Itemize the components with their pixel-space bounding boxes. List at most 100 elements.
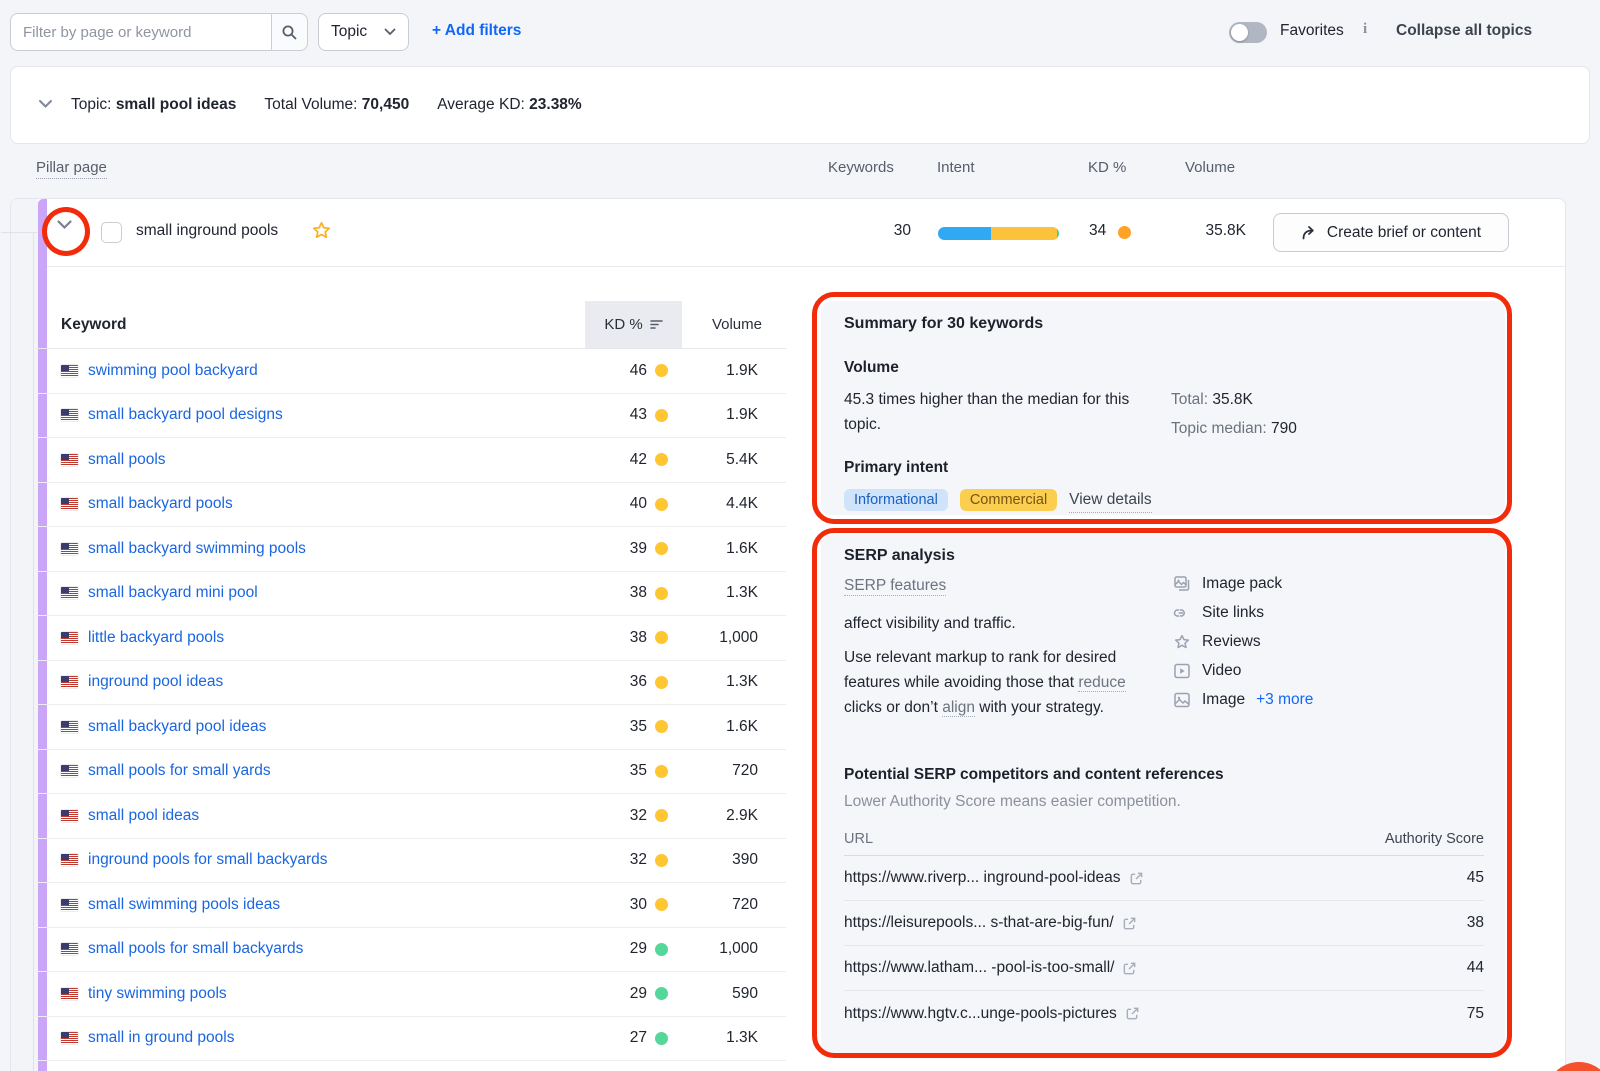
- keyword-link[interactable]: small backyard pools: [88, 495, 233, 513]
- us-flag-icon: [61, 721, 78, 733]
- kd-value: 30: [630, 896, 647, 914]
- kd-status-dot: [655, 542, 668, 555]
- median-value: 790: [1271, 420, 1297, 437]
- keyword-link[interactable]: inground pools for small backyards: [88, 851, 328, 869]
- kd-value: 40: [630, 495, 647, 513]
- topic-chevron-down-icon[interactable]: [38, 99, 53, 109]
- tree-guide-line: [33, 232, 34, 1071]
- keyword-link[interactable]: little backyard pools: [88, 629, 224, 647]
- kd-status-dot: [655, 1032, 668, 1045]
- external-link-icon[interactable]: [1129, 871, 1144, 886]
- tree-gutter: [11, 199, 38, 1071]
- authority-score-value: 38: [1424, 914, 1484, 932]
- volume-value: 590: [682, 985, 786, 1003]
- keyword-row: small backyard pools 40 4.4K: [36, 483, 786, 528]
- column-header-pillar-page[interactable]: Pillar page: [36, 159, 107, 179]
- keyword-link[interactable]: inground pool ideas: [88, 673, 223, 691]
- us-flag-icon: [61, 899, 78, 911]
- keyword-link[interactable]: small backyard mini pool: [88, 584, 258, 602]
- volume-value: 5.4K: [682, 451, 786, 469]
- pillar-checkbox[interactable]: [101, 222, 122, 243]
- volume-value: 1.3K: [682, 1029, 786, 1047]
- favorites-label: Favorites: [1280, 22, 1344, 40]
- kd-status-dot: [655, 943, 668, 956]
- commercial-badge: Commercial: [960, 489, 1057, 511]
- keyword-column-header: Keyword: [61, 301, 585, 348]
- filter-input[interactable]: [10, 13, 271, 51]
- kd-status-dot: [655, 409, 668, 422]
- summary-title: Summary for 30 keywords: [844, 315, 1043, 333]
- more-features-link[interactable]: +3 more: [1256, 691, 1313, 709]
- serp-analysis-panel: SERP analysis SERP features affect visib…: [821, 535, 1505, 1057]
- us-flag-icon: [61, 409, 78, 421]
- competitor-url: https://www.latham... -pool-is-too-small…: [844, 959, 1114, 977]
- pillar-keywords-count: 30: [841, 222, 911, 240]
- volume-value: 390: [682, 851, 786, 869]
- competitor-row: https://www.latham... -pool-is-too-small…: [844, 946, 1484, 991]
- pillar-kd-value: 34: [1089, 222, 1106, 240]
- topic-filter-dropdown[interactable]: Topic: [318, 13, 409, 51]
- competitors-title: Potential SERP competitors and content r…: [844, 766, 1224, 784]
- keyword-link[interactable]: small in ground pools: [88, 1029, 234, 1047]
- view-details-link[interactable]: View details: [1069, 487, 1151, 513]
- keyword-link[interactable]: tiny swimming pools: [88, 985, 227, 1003]
- keyword-row: small swimming pools ideas 30 720: [36, 883, 786, 928]
- favorites-toggle[interactable]: [1229, 22, 1267, 43]
- favorite-star-icon[interactable]: [311, 220, 332, 241]
- serp-features-link[interactable]: SERP features: [844, 577, 946, 596]
- volume-value: 1,000: [682, 629, 786, 647]
- us-flag-icon: [61, 988, 78, 1000]
- average-kd-label: Average KD:: [437, 96, 525, 113]
- keyword-row: small pool ideas 32 2.9K: [36, 794, 786, 839]
- total-label: Total:: [1171, 391, 1208, 408]
- reduce-link[interactable]: reduce: [1078, 674, 1125, 692]
- volume-value: 4.4K: [682, 495, 786, 513]
- competitor-url: https://www.riverp... inground-pool-idea…: [844, 869, 1121, 887]
- us-flag-icon: [61, 498, 78, 510]
- volume-column-header: Volume: [682, 301, 786, 348]
- keyword-link[interactable]: small backyard pool designs: [88, 406, 283, 424]
- kd-status-dot: [655, 676, 668, 689]
- keyword-link[interactable]: small swimming pools ideas: [88, 896, 280, 914]
- keyword-link[interactable]: swimming pool backyard: [88, 362, 258, 380]
- align-link[interactable]: align: [942, 699, 975, 717]
- kd-status-dot: [655, 631, 668, 644]
- intent-segment-informational: [938, 227, 991, 240]
- video-icon: [1173, 662, 1191, 680]
- site-links-icon: [1173, 604, 1191, 622]
- topic-header-card: Topic: small pool ideas Total Volume: 70…: [10, 66, 1590, 144]
- volume-value: 1.3K: [682, 584, 786, 602]
- collapse-all-topics-button[interactable]: Collapse all topics: [1396, 22, 1532, 40]
- create-brief-button[interactable]: Create brief or content: [1273, 213, 1509, 252]
- keyword-table: Keyword KD % Volume swimming pool backya…: [36, 301, 786, 1061]
- search-button[interactable]: [271, 13, 308, 51]
- keyword-link[interactable]: small pools for small yards: [88, 762, 271, 780]
- informational-badge: Informational: [844, 489, 948, 511]
- average-kd-value: 23.38%: [529, 96, 582, 113]
- external-link-icon[interactable]: [1125, 1006, 1140, 1021]
- kd-status-dot: [655, 854, 668, 867]
- keyword-link[interactable]: small backyard swimming pools: [88, 540, 306, 558]
- kd-status-dot: [655, 765, 668, 778]
- kd-column-header[interactable]: KD %: [585, 301, 682, 348]
- info-icon[interactable]: i: [1363, 21, 1367, 38]
- keyword-link[interactable]: small backyard pool ideas: [88, 718, 266, 736]
- serp-feature-label: Reviews: [1202, 633, 1261, 651]
- column-header-kd: KD %: [1088, 159, 1126, 176]
- us-flag-icon: [61, 765, 78, 777]
- competitor-url: https://www.hgtv.c...unge-pools-pictures: [844, 1005, 1117, 1023]
- keyword-link[interactable]: small pools: [88, 451, 166, 469]
- keyword-link[interactable]: small pool ideas: [88, 807, 199, 825]
- authority-score-value: 75: [1424, 1005, 1484, 1023]
- add-filters-button[interactable]: + Add filters: [432, 22, 521, 40]
- summary-total: Total: 35.8K: [1171, 387, 1253, 412]
- topic-dropdown-label: Topic: [331, 23, 367, 41]
- keyword-link[interactable]: small pools for small backyards: [88, 940, 303, 958]
- intent-distribution-bar: [938, 227, 1059, 240]
- pillar-volume-value: 35.8K: [1156, 222, 1246, 240]
- total-volume: Total Volume: 70,450: [264, 96, 409, 114]
- external-link-icon[interactable]: [1122, 916, 1137, 931]
- external-link-icon[interactable]: [1122, 961, 1137, 976]
- chevron-down-icon: [384, 28, 396, 36]
- pillar-chevron-down-icon[interactable]: [56, 219, 73, 230]
